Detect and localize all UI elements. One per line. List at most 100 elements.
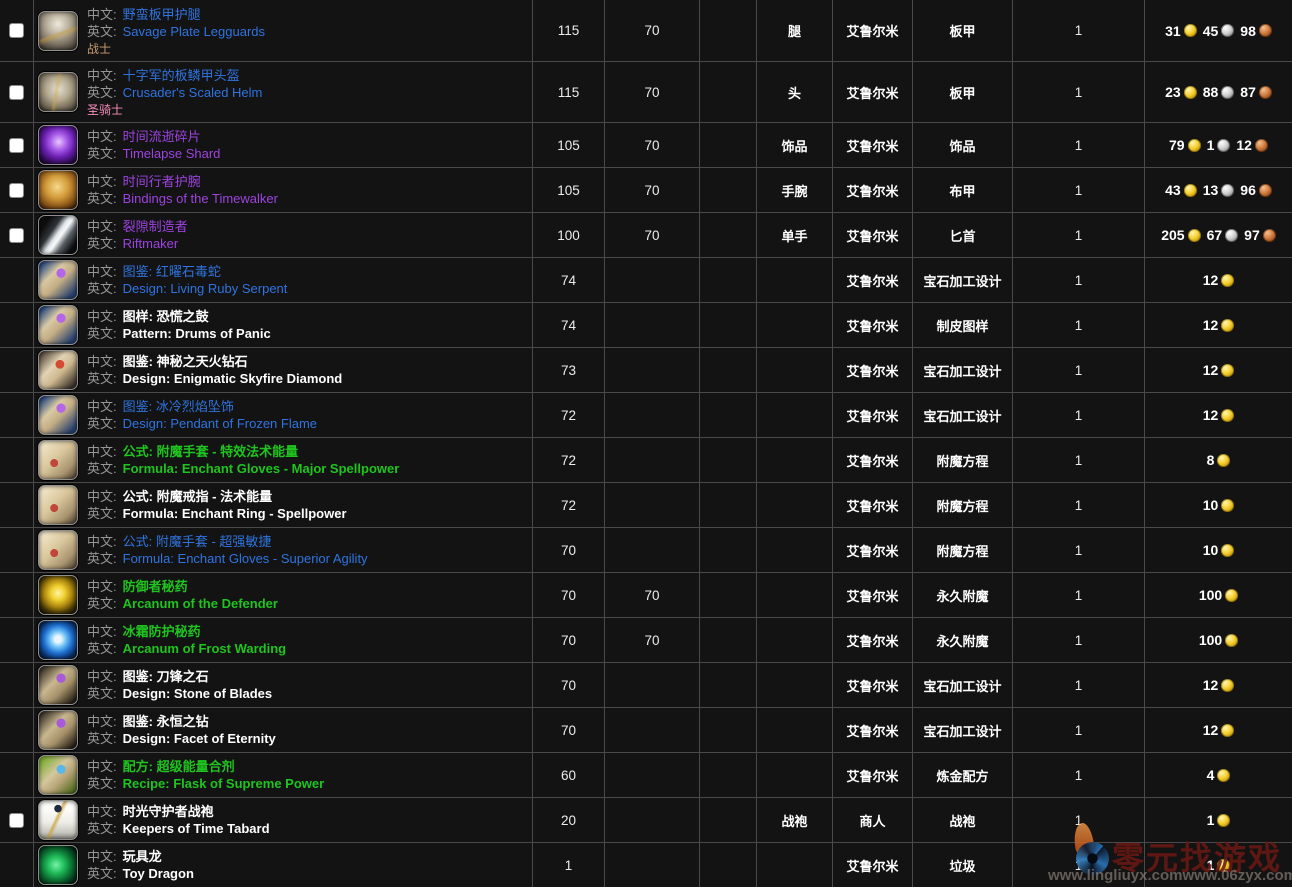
item-name-en[interactable]: Design: Enigmatic Skyfire Diamond	[123, 371, 343, 386]
item-name-en[interactable]: Riftmaker	[123, 236, 179, 251]
item-name-cn[interactable]: 冰霜防护秘药	[123, 624, 201, 639]
design-scroll-red-icon[interactable]	[38, 350, 78, 390]
item-name-en[interactable]: Recipe: Flask of Supreme Power	[123, 776, 325, 791]
timelapse-shard-icon[interactable]	[38, 125, 78, 165]
gold-coin-icon	[1221, 364, 1234, 377]
en-label: 英文:	[87, 146, 117, 161]
row-select-cell	[0, 798, 33, 842]
row-checkbox[interactable]	[10, 814, 23, 827]
item-name-cn[interactable]: 十字军的板鳞甲头盔	[123, 68, 240, 83]
formula-scroll-icon[interactable]	[38, 530, 78, 570]
riftmaker-dagger-icon[interactable]	[38, 215, 78, 255]
type-cell: 饰品	[912, 123, 1012, 167]
extra-cell	[699, 573, 756, 617]
item-name-cn[interactable]: 玩具龙	[123, 849, 162, 864]
item-name-cn[interactable]: 图鉴: 神秘之天火钻石	[123, 354, 248, 369]
item-name-cn[interactable]: 公式: 附魔手套 - 超强敏捷	[123, 534, 272, 549]
row-select-cell	[0, 483, 33, 527]
item-name-en[interactable]: Design: Pendant of Frozen Flame	[123, 416, 317, 431]
item-name-en[interactable]: Pattern: Drums of Panic	[123, 326, 271, 341]
item-name-en[interactable]: Toy Dragon	[123, 866, 194, 881]
item-cell: 中文:防御者秘药 英文:Arcanum of the Defender	[33, 573, 532, 617]
gold-coin-icon	[1221, 499, 1234, 512]
design-scroll-dark-icon[interactable]	[38, 710, 78, 750]
table-row: 中文:图鉴: 冰冷烈焰坠饰 英文:Design: Pendant of Froz…	[0, 392, 1292, 437]
row-select-cell	[0, 62, 33, 122]
item-name-cn[interactable]: 时间流逝碎片	[123, 129, 201, 144]
item-level-cell: 100	[532, 213, 604, 257]
item-name-en[interactable]: Bindings of the Timewalker	[123, 191, 278, 206]
scaled-helm-icon[interactable]	[38, 72, 78, 112]
toy-dragon-icon[interactable]	[38, 845, 78, 885]
price-cell: 314598	[1144, 0, 1292, 61]
plate-legguards-icon[interactable]	[38, 11, 78, 51]
gold-amount: 100	[1199, 632, 1238, 648]
row-select-cell	[0, 123, 33, 167]
item-name-cn[interactable]: 图鉴: 冰冷烈焰坠饰	[123, 399, 234, 414]
item-name-en[interactable]: Design: Facet of Eternity	[123, 731, 276, 746]
item-name-cn[interactable]: 裂隙制造者	[123, 219, 188, 234]
source-cell: 艾鲁尔米	[832, 528, 912, 572]
copper-coin-icon	[1259, 184, 1272, 197]
arcanum-frost-icon[interactable]	[38, 620, 78, 660]
item-name-en[interactable]: Keepers of Time Tabard	[123, 821, 270, 836]
item-name-cn[interactable]: 图鉴: 红曜石毒蛇	[123, 264, 221, 279]
design-scroll-blue-icon[interactable]	[38, 305, 78, 345]
quantity-cell: 1	[1012, 62, 1144, 122]
timewalker-bindings-icon[interactable]	[38, 170, 78, 210]
table-row: 中文:十字军的板鳞甲头盔 英文:Crusader's Scaled Helm 圣…	[0, 61, 1292, 122]
formula-scroll-icon[interactable]	[38, 485, 78, 525]
gold-amount: 100	[1199, 587, 1238, 603]
item-name-en[interactable]: Crusader's Scaled Helm	[123, 85, 263, 100]
formula-scroll-icon[interactable]	[38, 440, 78, 480]
item-name-cn[interactable]: 公式: 附魔戒指 - 法术能量	[123, 489, 273, 504]
gold-amount: 12	[1203, 407, 1235, 423]
item-name-cn[interactable]: 公式: 附魔手套 - 特效法术能量	[123, 444, 299, 459]
source-cell: 艾鲁尔米	[832, 438, 912, 482]
gold-coin-icon	[1221, 409, 1234, 422]
source-cell: 艾鲁尔米	[832, 663, 912, 707]
item-name-en[interactable]: Arcanum of the Defender	[123, 596, 278, 611]
item-name-cn[interactable]: 配方: 超级能量合剂	[123, 759, 235, 774]
item-name-en[interactable]: Design: Stone of Blades	[123, 686, 273, 701]
item-name-cn[interactable]: 图鉴: 刀锋之石	[123, 669, 209, 684]
table-row: 中文:冰霜防护秘药 英文:Arcanum of Frost Warding 70…	[0, 617, 1292, 662]
recipe-scroll-green-icon[interactable]	[38, 755, 78, 795]
type-cell: 宝石加工设计	[912, 393, 1012, 437]
item-name-cn[interactable]: 图鉴: 永恒之钻	[123, 714, 209, 729]
tabard-white-icon[interactable]	[38, 800, 78, 840]
design-scroll-blue-icon[interactable]	[38, 395, 78, 435]
copper-coin-icon	[1259, 24, 1272, 37]
item-name-cn[interactable]: 防御者秘药	[123, 579, 188, 594]
row-checkbox[interactable]	[10, 86, 23, 99]
item-name-en[interactable]: Timelapse Shard	[123, 146, 221, 161]
item-name-cn[interactable]: 时光守护者战袍	[123, 804, 214, 819]
required-level-cell	[604, 348, 699, 392]
type-cell: 垃圾	[912, 843, 1012, 887]
gold-amount: 23	[1165, 84, 1197, 100]
row-checkbox[interactable]	[10, 184, 23, 197]
row-checkbox[interactable]	[10, 139, 23, 152]
item-name-cn[interactable]: 野蛮板甲护腿	[123, 7, 201, 22]
item-name-block: 中文:防御者秘药 英文:Arcanum of the Defender	[87, 578, 278, 612]
price-cell: 4	[1144, 753, 1292, 797]
item-name-en[interactable]: Savage Plate Legguards	[123, 24, 265, 39]
item-name-en[interactable]: Formula: Enchant Gloves - Superior Agili…	[123, 551, 368, 566]
arcanum-gold-icon[interactable]	[38, 575, 78, 615]
quantity-cell: 1	[1012, 0, 1144, 61]
design-scroll-blue-icon[interactable]	[38, 260, 78, 300]
quantity-cell: 1	[1012, 753, 1144, 797]
item-name-en[interactable]: Design: Living Ruby Serpent	[123, 281, 288, 296]
item-name-en[interactable]: Arcanum of Frost Warding	[123, 641, 286, 656]
required-level-cell: 70	[604, 213, 699, 257]
item-name-en[interactable]: Formula: Enchant Ring - Spellpower	[123, 506, 347, 521]
gold-coin-icon	[1221, 544, 1234, 557]
item-name-en[interactable]: Formula: Enchant Gloves - Major Spellpow…	[123, 461, 400, 476]
silver-amount: 88	[1203, 84, 1235, 100]
design-scroll-dark-icon[interactable]	[38, 665, 78, 705]
item-name-cn[interactable]: 时间行者护腕	[123, 174, 201, 189]
row-checkbox[interactable]	[10, 229, 23, 242]
row-checkbox[interactable]	[10, 24, 23, 37]
item-name-cn[interactable]: 图样: 恐慌之鼓	[123, 309, 209, 324]
item-cell: 中文:野蛮板甲护腿 英文:Savage Plate Legguards 战士	[33, 0, 532, 61]
